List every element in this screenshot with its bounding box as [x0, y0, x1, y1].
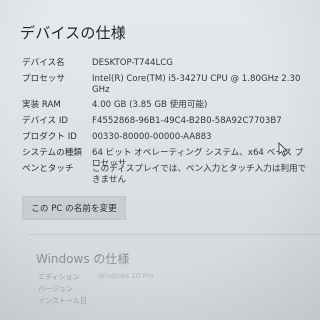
section-divider — [28, 234, 320, 235]
windows-spec-title: Windows の仕様 — [36, 252, 130, 266]
mouse-pointer-icon — [278, 141, 288, 161]
spec-value: F4552868-96B1-49C4-B2B0-58A92C7703B7 — [92, 116, 282, 126]
spec-label: 実装 RAM — [22, 100, 61, 110]
settings-about-page: デバイスの仕様 デバイス名 DESKTOP-T744LCG プロセッサ Inte… — [0, 0, 320, 320]
windows-spec-value: Windows 10 Pro — [98, 272, 154, 280]
spec-label: プロセッサ — [22, 74, 65, 84]
spec-value: このディスプレイでは、ペン入力とタッチ入力は利用できません — [92, 164, 307, 185]
spec-label: ペンとタッチ — [22, 164, 74, 174]
spec-row-product-id: プロダクト ID 00330-80000-00000-AA883 — [22, 132, 320, 148]
spec-value: Intel(R) Core(TM) i5-3427U CPU @ 1.80GHz… — [92, 74, 301, 95]
spec-row-pen-touch: ペンとタッチ このディスプレイでは、ペン入力とタッチ入力は利用できません — [22, 164, 320, 192]
spec-row-processor: プロセッサ Intel(R) Core(TM) i5-3427U CPU @ 1… — [22, 74, 320, 100]
spec-label: プロダクト ID — [22, 132, 77, 142]
spec-row-device-name: デバイス名 DESKTOP-T744LCG — [22, 58, 320, 74]
page-title: デバイスの仕様 — [20, 24, 126, 42]
windows-specs-list: エディション Windows 10 Pro バージョン インストール日 — [38, 272, 320, 308]
windows-spec-label: エディション — [38, 273, 80, 281]
windows-spec-row: バージョン — [38, 284, 320, 296]
spec-row-device-id: デバイス ID F4552868-96B1-49C4-B2B0-58A92C77… — [22, 116, 320, 132]
windows-spec-row: エディション Windows 10 Pro — [38, 272, 320, 284]
spec-value: 4.00 GB (3.85 GB 使用可能) — [92, 100, 208, 110]
spec-row-ram: 実装 RAM 4.00 GB (3.85 GB 使用可能) — [22, 100, 320, 116]
spec-value: 00330-80000-00000-AA883 — [92, 132, 212, 142]
spec-value: DESKTOP-T744LCG — [92, 58, 173, 68]
spec-label: システムの種類 — [22, 148, 82, 158]
spec-label: デバイス名 — [22, 58, 65, 68]
device-specs-list: デバイス名 DESKTOP-T744LCG プロセッサ Intel(R) Cor… — [22, 58, 320, 192]
windows-spec-label: インストール日 — [38, 297, 87, 305]
spec-label: デバイス ID — [22, 116, 69, 126]
rename-pc-button[interactable]: この PC の名前を変更 — [22, 196, 126, 220]
windows-spec-row: インストール日 — [38, 296, 320, 308]
spec-row-system-type: システムの種類 64 ビット オペレーティング システム、x64 ベース プロセ… — [22, 148, 320, 169]
windows-spec-label: バージョン — [38, 285, 73, 293]
